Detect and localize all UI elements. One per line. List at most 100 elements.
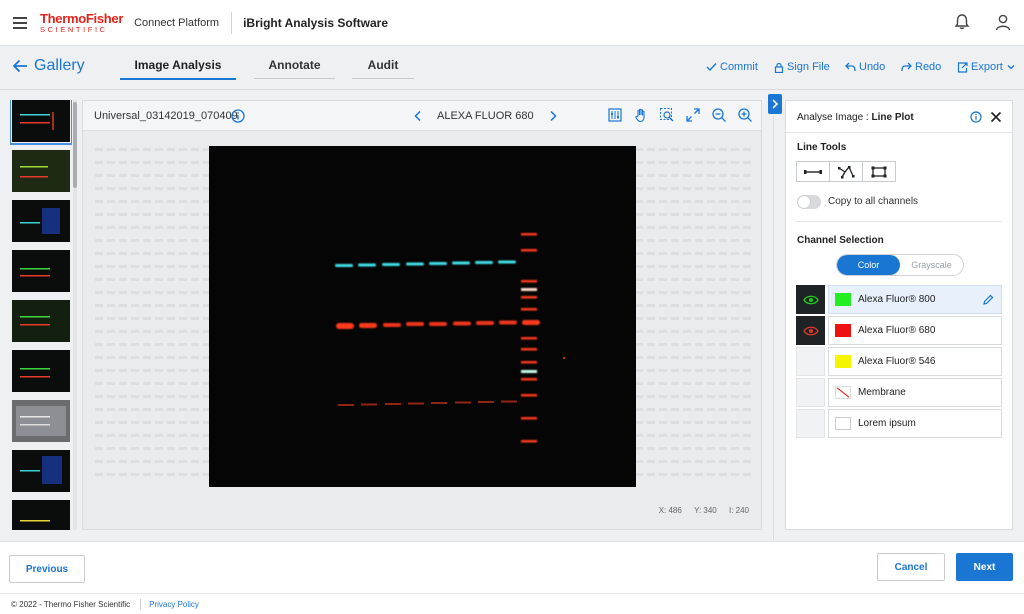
chevron-right-icon xyxy=(772,99,779,109)
lock-icon xyxy=(774,62,784,73)
thumbnail-3[interactable] xyxy=(12,200,70,242)
gallery-back-link[interactable]: Gallery xyxy=(12,57,85,75)
tab-annotate[interactable]: Annotate xyxy=(254,58,335,79)
rectangle-icon xyxy=(871,166,887,177)
brand-logo: ThermoFisher SCIENTIFIC xyxy=(40,10,124,34)
tab-image-analysis[interactable]: Image Analysis xyxy=(120,58,236,80)
panel-header: Analyse Image : Line Plot xyxy=(786,101,1012,133)
channel-row[interactable]: Membrane xyxy=(796,378,1002,407)
eye-icon xyxy=(802,295,819,304)
check-icon xyxy=(706,63,717,72)
visibility-toggle[interactable] xyxy=(796,347,825,376)
thumbnail-strip xyxy=(10,100,72,530)
thumbnail-8[interactable] xyxy=(12,450,70,492)
blot-image[interactable] xyxy=(83,132,761,492)
fit-expand-icon[interactable] xyxy=(685,107,701,123)
copy-channels-label: Copy to all channels xyxy=(828,196,919,207)
adjust-image-icon[interactable] xyxy=(607,107,623,123)
tab-audit[interactable]: Audit xyxy=(352,58,414,79)
bottom-action-bar: Previous Cancel Next xyxy=(0,541,1024,593)
next-button[interactable]: Next xyxy=(956,553,1013,581)
menu-icon[interactable] xyxy=(13,14,27,32)
channel-name: Alexa Fluor® 680 xyxy=(858,325,936,336)
commit-button[interactable]: Commit xyxy=(706,61,758,73)
cancel-button[interactable]: Cancel xyxy=(877,553,945,581)
chevron-down-icon xyxy=(1007,65,1015,70)
thumbnail-scroll-handle[interactable] xyxy=(73,102,77,188)
chevron-right-icon[interactable] xyxy=(548,110,558,122)
undo-button[interactable]: Undo xyxy=(845,61,885,73)
thumbnail-preview xyxy=(20,368,50,378)
visibility-toggle[interactable] xyxy=(796,316,825,345)
viewer-toolbar: Universal_03142019_070409 ALEXA FLUOR 68… xyxy=(83,101,761,131)
channel-row[interactable]: Alexa Fluor® 680 xyxy=(796,316,1002,345)
thumbnail-5[interactable] xyxy=(12,300,70,342)
sign-file-button[interactable]: Sign File xyxy=(774,61,830,73)
platform-name: Connect Platform xyxy=(134,16,220,29)
zoom-in-icon[interactable] xyxy=(737,107,753,123)
zoom-out-icon[interactable] xyxy=(711,107,727,123)
close-icon[interactable] xyxy=(990,111,1002,123)
thumbnail-9[interactable] xyxy=(12,500,70,530)
thumbnail-preview xyxy=(20,456,62,484)
channel-row[interactable]: Alexa Fluor® 546 xyxy=(796,347,1002,376)
visibility-toggle[interactable] xyxy=(796,285,825,314)
panel-title: Analyse Image : Line Plot xyxy=(797,112,914,123)
info-icon[interactable] xyxy=(970,111,982,123)
polyline-tool[interactable] xyxy=(829,161,863,182)
footer-divider xyxy=(140,598,142,610)
channel-name: Lorem ipsum xyxy=(858,418,916,429)
channel-box[interactable]: Lorem ipsum xyxy=(828,409,1002,438)
cursor-readout: X: 486 Y: 340 I: 240 xyxy=(658,506,749,515)
visibility-toggle[interactable] xyxy=(796,378,825,407)
pan-hand-icon[interactable] xyxy=(633,107,649,123)
thumbnail-2[interactable] xyxy=(12,150,70,192)
thumbnail-1[interactable] xyxy=(10,100,72,145)
image-file-name: Universal_03142019_070409 xyxy=(94,110,238,122)
channel-box[interactable]: Alexa Fluor® 800 xyxy=(828,285,1002,314)
redo-button[interactable]: Redo xyxy=(901,61,941,73)
copyright-text: © 2022 - Thermo Fisher Scientific xyxy=(11,599,131,609)
current-channel-name: ALEXA FLUOR 680 xyxy=(437,110,534,122)
header-divider xyxy=(231,11,233,34)
channel-box[interactable]: Alexa Fluor® 546 xyxy=(828,347,1002,376)
line-tools-group xyxy=(796,161,896,182)
copy-channels-toggle[interactable] xyxy=(797,195,821,209)
noise-speck xyxy=(563,357,565,359)
user-icon[interactable] xyxy=(993,12,1013,32)
bell-icon[interactable] xyxy=(952,12,972,32)
channel-color-swatch xyxy=(835,293,851,306)
grayscale-mode-button[interactable]: Grayscale xyxy=(900,255,963,275)
channel-navigator: ALEXA FLUOR 680 xyxy=(413,110,558,122)
previous-button[interactable]: Previous xyxy=(9,555,85,583)
thumbnail-7[interactable] xyxy=(12,400,70,442)
thumbnail-4[interactable] xyxy=(12,250,70,292)
channel-row[interactable]: Alexa Fluor® 800 xyxy=(796,285,1002,314)
channel-row[interactable]: Lorem ipsum xyxy=(796,409,1002,438)
no-color-swatch xyxy=(835,386,851,399)
color-mode-button[interactable]: Color xyxy=(837,255,900,275)
panel-section-divider xyxy=(796,221,1002,222)
color-mode-switch: Color Grayscale xyxy=(836,254,964,276)
visibility-toggle[interactable] xyxy=(796,409,825,438)
straight-line-icon xyxy=(804,169,822,174)
channel-box[interactable]: Alexa Fluor® 680 xyxy=(828,316,1002,345)
export-button[interactable]: Export xyxy=(957,61,1018,73)
straight-line-tool[interactable] xyxy=(796,161,830,182)
info-icon[interactable] xyxy=(231,109,245,123)
privacy-policy-link[interactable]: Privacy Policy xyxy=(149,600,199,609)
pencil-icon[interactable] xyxy=(982,294,994,306)
thumbnail-6[interactable] xyxy=(12,350,70,392)
rectangle-tool[interactable] xyxy=(862,161,896,182)
zoom-selection-icon[interactable] xyxy=(659,107,675,123)
thumbnail-preview xyxy=(20,268,50,277)
channel-box[interactable]: Membrane xyxy=(828,378,1002,407)
image-viewer: Universal_03142019_070409 ALEXA FLUOR 68… xyxy=(82,100,762,530)
chevron-left-icon[interactable] xyxy=(413,110,423,122)
export-icon xyxy=(957,61,968,73)
panel-collapse-button[interactable] xyxy=(768,94,782,114)
channel-color-swatch xyxy=(835,417,851,430)
analyse-panel: Analyse Image : Line Plot Line Tools Cop… xyxy=(785,100,1013,530)
blot-canvas[interactable] xyxy=(83,132,761,492)
arrow-left-icon xyxy=(12,59,27,73)
